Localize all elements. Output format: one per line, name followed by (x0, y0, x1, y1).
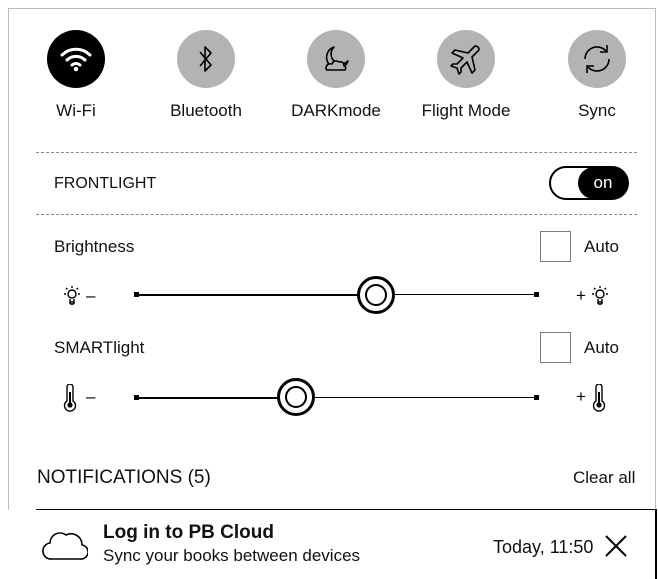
darkmode-button[interactable]: DARKmode (286, 30, 386, 121)
thermometer-icon (63, 383, 77, 417)
frontlight-label: FRONTLIGHT (54, 175, 157, 192)
bulb-icon (62, 285, 82, 312)
smartlight-label: SMARTlight (54, 338, 145, 357)
sync-button[interactable]: Sync (547, 30, 647, 121)
brightness-slider-handle[interactable] (357, 276, 395, 314)
sync-icon (568, 30, 626, 88)
notification-time: Today, 11:50 (493, 537, 594, 557)
toggle-knob: on (578, 167, 628, 199)
clear-all-button[interactable]: Clear all (573, 468, 635, 488)
wifi-button[interactable]: Wi-Fi (26, 30, 126, 121)
smartlight-slider-handle[interactable] (277, 378, 315, 416)
brightness-track (376, 294, 536, 295)
slider-end (534, 292, 539, 297)
close-icon[interactable] (604, 534, 628, 563)
brightness-plus[interactable]: + (576, 286, 586, 306)
divider (36, 152, 637, 153)
wifi-label: Wi-Fi (56, 101, 96, 120)
frontlight-toggle[interactable]: on (549, 166, 629, 200)
brightness-track-filled (136, 294, 376, 296)
divider (36, 214, 637, 215)
smartlight-minus[interactable]: – (86, 387, 95, 407)
notification-subtitle: Sync your books between devices (103, 546, 361, 565)
airplane-icon (437, 30, 495, 88)
smartlight-track-filled (136, 397, 296, 399)
smartlight-plus[interactable]: + (576, 387, 586, 407)
smartlight-auto-label: Auto (584, 338, 619, 357)
flight-mode-label: Flight Mode (421, 101, 511, 120)
moon-icon (307, 30, 365, 88)
brightness-minus[interactable]: – (86, 286, 95, 306)
bulb-icon (590, 285, 610, 312)
cloud-icon (42, 526, 89, 567)
bluetooth-button[interactable]: Bluetooth (156, 30, 256, 121)
slider-end (534, 395, 539, 400)
thermometer-icon (592, 383, 606, 417)
flight-mode-button[interactable]: Flight Mode (416, 30, 516, 121)
darkmode-label: DARKmode (291, 101, 381, 120)
notification-title: Log in to PB Cloud (103, 522, 274, 543)
smartlight-track (296, 397, 536, 398)
smartlight-auto-checkbox[interactable] (540, 332, 571, 363)
brightness-auto-checkbox[interactable] (540, 231, 571, 262)
wifi-icon (47, 30, 105, 88)
bluetooth-icon (177, 30, 235, 88)
brightness-label: Brightness (54, 237, 135, 256)
notification-item[interactable]: Log in to PB Cloud Sync your books betwe… (36, 509, 657, 579)
notifications-header: NOTIFICATIONS (5) (37, 467, 211, 488)
bluetooth-label: Bluetooth (170, 101, 242, 120)
sync-label: Sync (578, 101, 616, 120)
brightness-auto-label: Auto (584, 237, 619, 256)
